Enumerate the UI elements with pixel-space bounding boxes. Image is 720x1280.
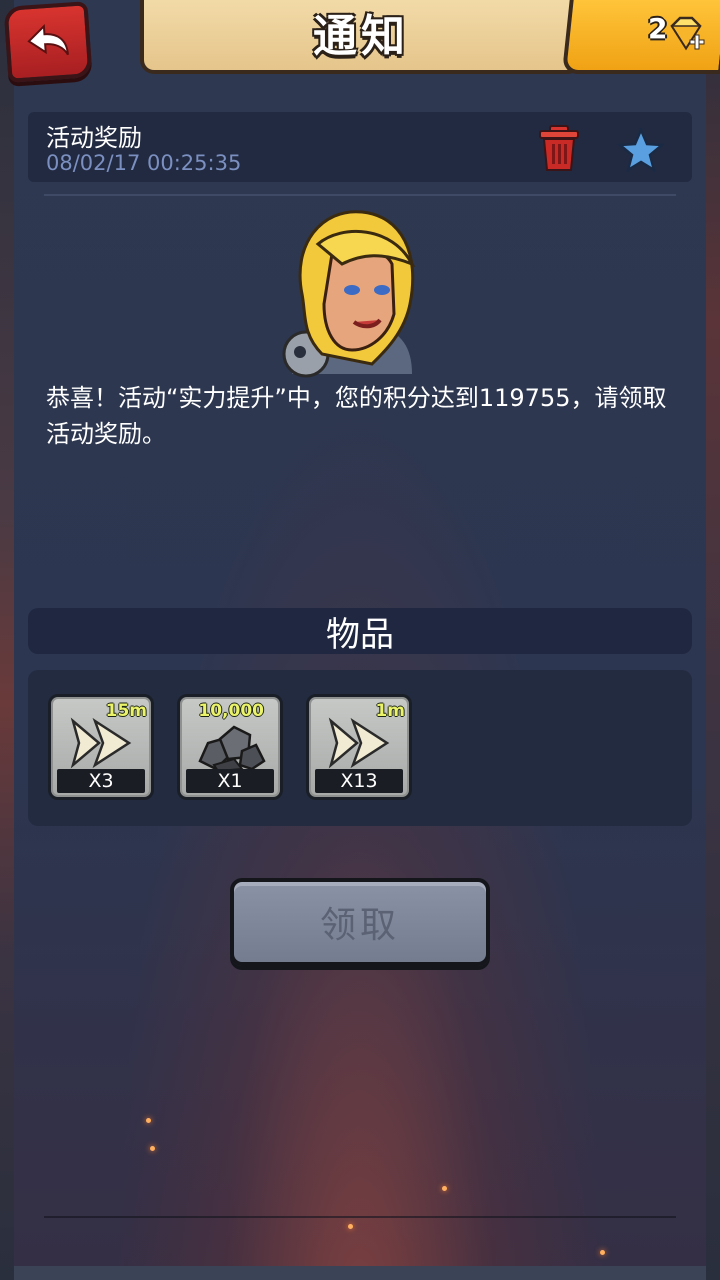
stone-resource-icon: [198, 725, 266, 773]
character-portrait: [282, 210, 416, 378]
claim-button[interactable]: 领取: [230, 878, 490, 966]
item-badge: 15m: [105, 701, 147, 721]
item-badge: 10,000: [198, 701, 264, 721]
notice-title: 活动奖励: [46, 124, 142, 152]
gem-add-icon[interactable]: [666, 14, 706, 54]
item-quantity: X13: [315, 769, 403, 793]
ember-particle: [600, 1250, 605, 1255]
item-quantity: X1: [186, 769, 274, 793]
content-divider: [44, 194, 676, 196]
items-heading: 物品: [326, 614, 394, 655]
title-plate: 通知: [140, 0, 582, 74]
ember-particle: [146, 1118, 151, 1123]
ember-particle: [150, 1146, 155, 1151]
speedup-arrow-icon: [328, 717, 390, 769]
trash-icon[interactable]: [538, 124, 580, 172]
item-quantity: X3: [57, 769, 145, 793]
items-section-header: 物品: [28, 608, 692, 655]
reward-item[interactable]: 1m X13: [306, 694, 412, 800]
notice-timestamp: 08/02/17 00:25:35: [46, 151, 242, 175]
back-arrow-icon: [27, 23, 69, 56]
reward-item[interactable]: 10,000 X1: [177, 694, 283, 800]
back-button[interactable]: [3, 1, 93, 83]
item-badge: 1m: [375, 701, 405, 721]
ember-particle: [442, 1186, 447, 1191]
claim-label: 领取: [319, 905, 400, 946]
notice-message: 恭喜！活动“实力提升”中，您的积分达到119755，请领取活动奖励。: [46, 384, 667, 448]
speedup-arrow-icon: [70, 717, 132, 769]
star-icon[interactable]: [618, 128, 664, 172]
gem-count: 2: [648, 12, 668, 45]
page-title: 通知: [313, 11, 409, 62]
bottom-divider: [44, 1216, 676, 1218]
ember-particle: [348, 1224, 353, 1229]
reward-item[interactable]: 15m X3: [48, 694, 154, 800]
